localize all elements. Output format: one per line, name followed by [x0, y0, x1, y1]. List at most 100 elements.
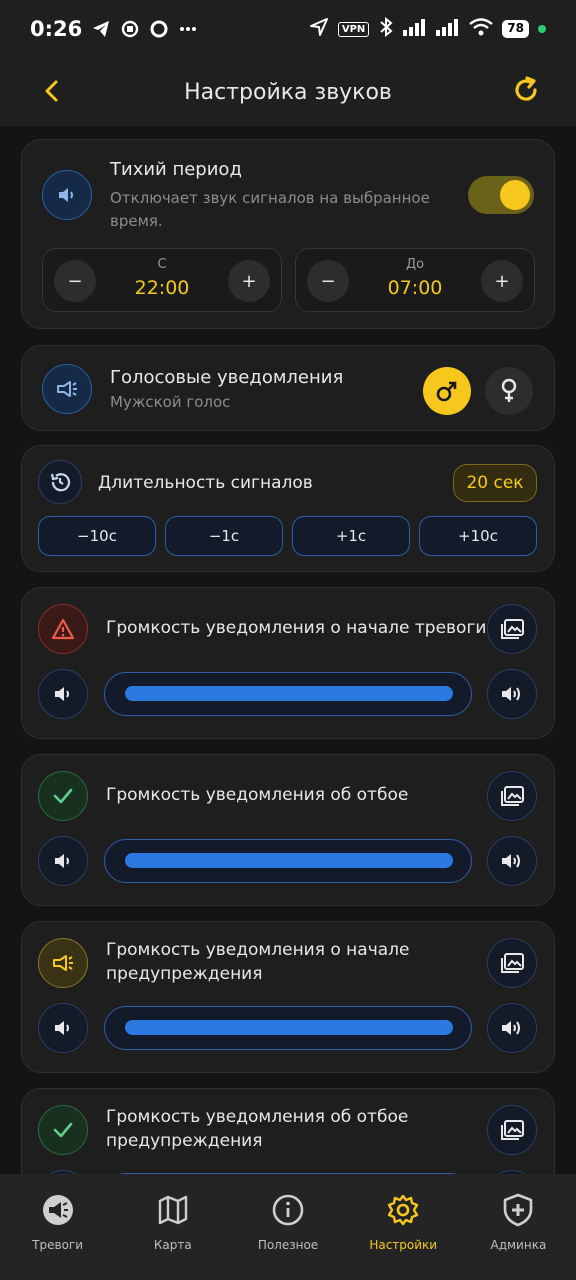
nav-label: Настройки	[369, 1238, 438, 1252]
refresh-icon	[515, 76, 537, 101]
gallery-icon	[501, 1120, 524, 1140]
nav-label: Админка	[490, 1238, 547, 1252]
sound-library-button[interactable]	[487, 1105, 537, 1155]
warning-icon	[38, 604, 88, 654]
signal-duration-card: Длительность сигналов 20 сек −10с −1с +1…	[21, 445, 555, 572]
sound-library-button[interactable]	[487, 604, 537, 654]
nav-label: Карта	[153, 1238, 192, 1252]
minus-1s-button[interactable]: −1с	[165, 516, 283, 556]
volume-title: Громкость уведомления об отбое	[106, 785, 409, 805]
volume-down-button[interactable]	[38, 836, 88, 886]
status-bar: 0:26 VPN 78	[0, 0, 576, 58]
volume-high-icon	[502, 1021, 520, 1035]
megaphone-icon	[38, 938, 88, 988]
sound-library-button[interactable]	[487, 938, 537, 988]
minus-10s-button[interactable]: −10с	[38, 516, 156, 556]
history-icon	[38, 460, 82, 504]
page-title: Настройка звуков	[184, 79, 392, 105]
volume-slider[interactable]	[104, 839, 472, 883]
time-to-box: − До 07:00 +	[295, 248, 535, 312]
volume-up-button[interactable]	[487, 669, 537, 719]
gallery-icon	[501, 786, 524, 806]
volume-high-icon	[502, 687, 520, 701]
volume-title: Громкость уведомления о начале	[106, 940, 410, 960]
volume-low-icon	[55, 1021, 69, 1035]
more-icon	[178, 19, 198, 39]
alarm-end-volume-card: Громкость уведомления об отбое	[21, 754, 555, 906]
bluetooth-icon	[378, 16, 394, 41]
male-voice-button[interactable]	[423, 367, 471, 415]
info-icon	[270, 1192, 306, 1228]
quiet-period-card: Тихий период Отключает звук сигналов на …	[21, 139, 555, 329]
refresh-button[interactable]	[510, 74, 542, 106]
signal-duration-title: Длительность сигналов	[98, 473, 313, 493]
camera-dot	[538, 25, 546, 33]
megaphone-icon	[40, 1192, 76, 1228]
nav-label: Полезное	[257, 1238, 319, 1252]
voice-notifications-subtitle: Мужской голос	[110, 393, 231, 411]
app-bar: Настройка звуков	[0, 58, 576, 126]
female-voice-button[interactable]	[485, 367, 533, 415]
back-button[interactable]	[36, 76, 66, 106]
volume-title-line2: предупреждения	[106, 964, 263, 984]
male-icon	[436, 381, 457, 402]
voice-notifications-title: Голосовые уведомления	[110, 367, 344, 388]
bottom-navigation: Тревоги Карта Полезное Настройки Админка	[0, 1174, 576, 1280]
female-icon	[501, 378, 517, 402]
volume-title-line2: предупреждения	[106, 1131, 263, 1151]
nav-item-useful[interactable]: Полезное	[230, 1174, 345, 1280]
quiet-period-toggle[interactable]	[468, 176, 534, 214]
volume-up-button[interactable]	[487, 836, 537, 886]
volume-slider[interactable]	[104, 1006, 472, 1050]
volume-low-icon	[55, 854, 69, 868]
volume-down-button[interactable]	[38, 1003, 88, 1053]
volume-slider[interactable]	[104, 672, 472, 716]
nav-label: Тревоги	[32, 1238, 84, 1252]
signal-icon	[403, 18, 427, 40]
wifi-icon	[469, 18, 494, 40]
gallery-icon	[501, 953, 524, 973]
plus-10s-button[interactable]: +10с	[419, 516, 537, 556]
toggle-knob	[500, 180, 530, 210]
plus-1s-button[interactable]: +1с	[292, 516, 410, 556]
signal-icon	[436, 18, 460, 40]
status-time: 0:26	[30, 17, 83, 41]
volume-title: Громкость уведомления об отбое	[106, 1107, 409, 1127]
volume-high-icon	[502, 854, 520, 868]
time-from-plus-button[interactable]: +	[228, 260, 270, 302]
time-to-plus-button[interactable]: +	[481, 260, 523, 302]
map-icon	[155, 1192, 191, 1228]
sync-icon	[120, 19, 140, 39]
warning-start-volume-card: Громкость уведомления о начале предупреж…	[21, 921, 555, 1073]
volume-title: Громкость уведомления о начале тревоги	[106, 618, 487, 638]
volume-slider-fill	[125, 1020, 453, 1035]
gallery-icon	[501, 619, 524, 639]
location-icon	[309, 17, 329, 41]
volume-down-button[interactable]	[38, 669, 88, 719]
alarm-start-volume-card: Громкость уведомления о начале тревоги	[21, 587, 555, 739]
check-icon	[38, 1105, 88, 1155]
megaphone-icon	[42, 364, 92, 414]
nav-item-settings[interactable]: Настройки	[346, 1174, 461, 1280]
battery-indicator: 78	[502, 20, 529, 38]
nav-item-map[interactable]: Карта	[115, 1174, 230, 1280]
quiet-period-desc: Отключает звук сигналов на выбранное	[110, 189, 430, 207]
volume-up-button[interactable]	[487, 1003, 537, 1053]
volume-slider-fill	[125, 853, 453, 868]
circle-icon	[149, 19, 169, 39]
voice-notifications-card: Голосовые уведомления Мужской голос	[21, 345, 555, 431]
gear-icon	[385, 1192, 421, 1228]
vpn-badge: VPN	[337, 21, 370, 37]
speaker-icon	[42, 170, 92, 220]
nav-item-alerts[interactable]: Тревоги	[0, 1174, 115, 1280]
quiet-period-desc: время.	[110, 212, 163, 230]
quiet-period-title: Тихий период	[110, 159, 242, 180]
sound-library-button[interactable]	[487, 771, 537, 821]
chevron-left-icon	[45, 80, 58, 102]
telegram-icon	[91, 19, 111, 39]
volume-low-icon	[55, 687, 69, 701]
time-from-box: − С 22:00 +	[42, 248, 282, 312]
volume-slider-fill	[125, 686, 453, 701]
shield-icon	[500, 1192, 536, 1228]
nav-item-admin[interactable]: Админка	[461, 1174, 576, 1280]
